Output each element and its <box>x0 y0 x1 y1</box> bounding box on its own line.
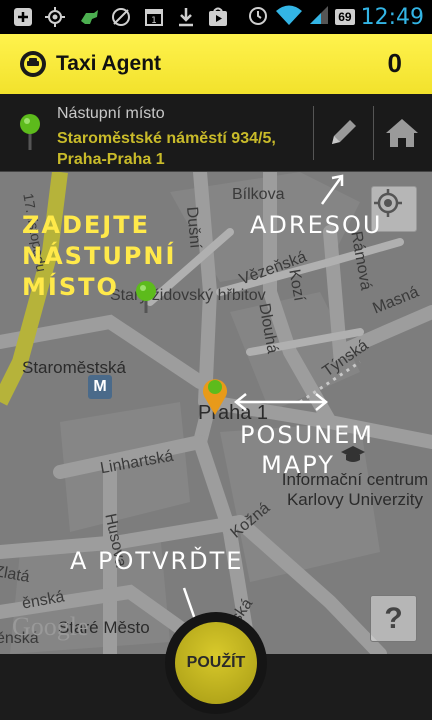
street-label: Dušní <box>183 206 204 250</box>
pickup-label: Nástupní místo <box>57 105 165 122</box>
home-button[interactable] <box>377 108 427 158</box>
battery-icon: 69 <box>335 9 355 25</box>
street-label: Bílkova <box>232 186 285 203</box>
google-attribution: Google <box>12 612 89 641</box>
gps-icon <box>44 6 66 28</box>
annotation-confirm: A POTVRĎTE <box>70 547 244 575</box>
play-store-icon <box>207 6 229 28</box>
status-bar: 1 69 12:49 <box>0 0 432 34</box>
clock: 12:49 <box>360 4 424 30</box>
annotation-line: ZADEJTE <box>22 211 150 239</box>
annotation-map-move: POSUNEM MAPY <box>240 420 374 480</box>
center-pin-icon <box>203 379 227 415</box>
edit-address-button[interactable] <box>318 108 368 158</box>
divider <box>373 106 374 160</box>
android-icon <box>78 6 100 28</box>
download-icon <box>175 6 197 28</box>
calendar-icon: 1 <box>143 6 165 28</box>
annotation-address: ADRESOU <box>250 211 383 239</box>
alarm-icon <box>247 4 269 31</box>
help-button[interactable]: ? <box>370 595 417 642</box>
divider <box>313 106 314 160</box>
annotation-line: MAPY <box>261 451 335 479</box>
signal-icon <box>309 5 329 30</box>
home-icon <box>386 119 418 147</box>
wifi-icon <box>275 4 303 31</box>
green-pin-icon <box>20 114 40 150</box>
metro-icon: M <box>88 375 112 399</box>
arrow-up-icon <box>320 174 344 205</box>
use-button[interactable]: POUŽÍT <box>175 622 257 704</box>
taxi-agent-logo-icon <box>20 51 46 77</box>
annotation-line: POSUNEM <box>240 421 374 449</box>
no-signal-icon <box>110 6 132 28</box>
pickup-bar[interactable]: Nástupní místo Staroměstské náměstí 934/… <box>0 94 432 172</box>
arrow-horizontal-icon <box>233 393 329 411</box>
plus-icon <box>12 6 34 28</box>
pickup-address[interactable]: Staroměstské náměstí 934/5, Praha-Praha … <box>57 128 307 170</box>
app-title: Taxi Agent <box>56 52 162 75</box>
annotation-line: MÍSTO <box>22 273 119 301</box>
order-counter: 0 <box>387 48 402 78</box>
app-header: Taxi Agent 0 <box>0 34 432 94</box>
pencil-icon <box>332 120 356 144</box>
map-view[interactable]: Bílkova Dušní Vězeňská Kozí Rámová Dlouh… <box>0 172 432 654</box>
svg-text:1: 1 <box>151 16 157 26</box>
annotation-enter-pickup: ZADEJTE NÁSTUPNÍ MÍSTO <box>22 210 176 303</box>
annotation-line: NÁSTUPNÍ <box>22 242 177 270</box>
